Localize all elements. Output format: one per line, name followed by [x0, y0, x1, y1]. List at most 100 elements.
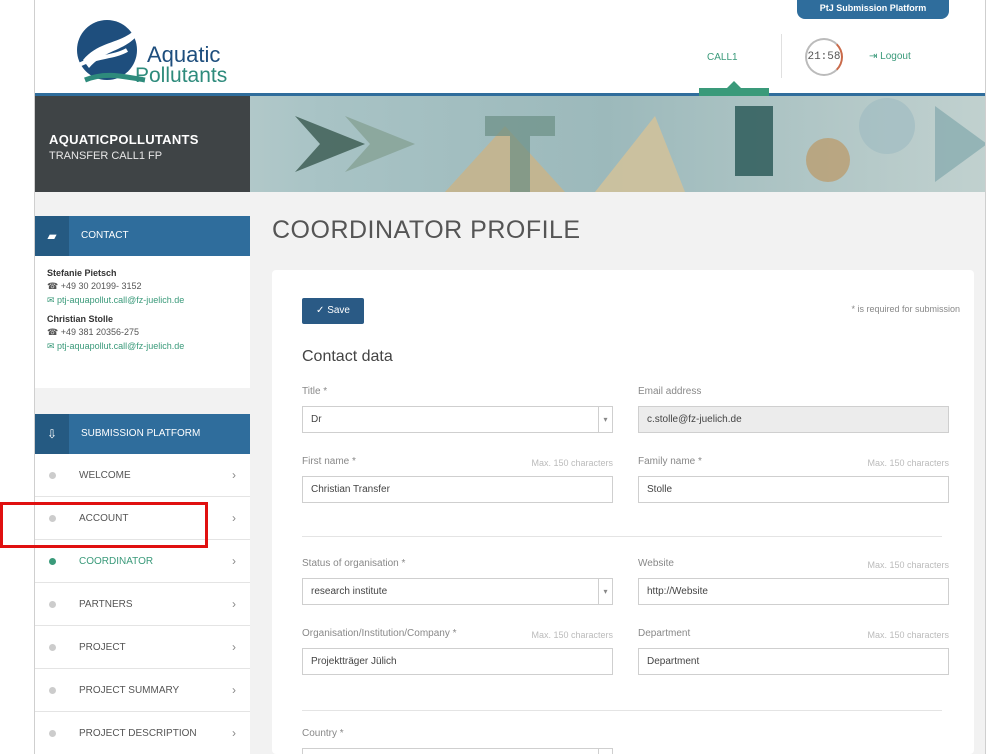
status-dot-icon [49, 601, 56, 608]
save-button[interactable]: ✓ Save [302, 298, 364, 324]
website-label: Website [638, 558, 674, 569]
nav-item-coordinator[interactable]: COORDINATOR › [35, 540, 250, 583]
active-call-indicator [699, 81, 769, 96]
upload-icon: ⇩ [35, 414, 69, 454]
chevron-right-icon: › [232, 726, 236, 740]
website-max: Max. 150 characters [867, 560, 949, 570]
coordinator-form: ✓ Save * is required for submission Cont… [272, 270, 974, 754]
contact-heading: CONTACT [81, 230, 129, 241]
nav-item-label: WELCOME [79, 470, 131, 481]
page-title: COORDINATOR PROFILE [272, 216, 581, 244]
contact-panel: Stefanie Pietsch ☎ +49 30 20199- 3152 ✉ … [35, 256, 250, 388]
chevron-down-icon: ▾ [598, 407, 612, 432]
nav-item-label: PARTNERS [79, 599, 133, 610]
phone-icon: ☎ [47, 281, 61, 291]
chevron-down-icon: ▾ [598, 749, 612, 754]
contact-name: Christian Stolle [47, 314, 114, 324]
nav-item-label: ACCOUNT [79, 513, 129, 524]
call1-link[interactable]: CALL1 [707, 52, 738, 63]
status-label: Status of organisation * [302, 558, 406, 569]
nav-item-project-description[interactable]: PROJECT DESCRIPTION › [35, 712, 250, 754]
contact-panel-header: ▰ CONTACT [35, 216, 250, 256]
section-divider [302, 536, 942, 537]
status-dot-icon [49, 687, 56, 694]
submission-nav: WELCOME › ACCOUNT › COORDINATOR › PARTNE… [35, 454, 250, 754]
organisation-max: Max. 150 characters [531, 630, 613, 640]
app-frame: Aquatic Pollutants PtJ Submission Platfo… [34, 0, 986, 754]
status-dot-icon [49, 515, 56, 522]
nav-item-label: PROJECT [79, 642, 126, 653]
logo-text-pollutants: Pollutants [135, 64, 228, 87]
status-dot-icon [49, 472, 56, 479]
contact-email-link[interactable]: ✉ ptj-aquapollut.call@fz-juelich.de [47, 295, 238, 306]
email-label: Email address [638, 386, 702, 397]
status-value: research institute [311, 586, 388, 597]
banner-subtitle: TRANSFER CALL1 FP [49, 150, 163, 162]
chevron-right-icon: › [232, 468, 236, 482]
check-icon: ✓ [316, 305, 328, 316]
mail-icon: ✉ [47, 341, 58, 351]
project-banner: AQUATICPOLLUTANTS TRANSFER CALL1 FP [35, 96, 985, 192]
chevron-right-icon: › [232, 597, 236, 611]
first-name-max: Max. 150 characters [531, 458, 613, 468]
title-label: Title * [302, 386, 328, 397]
banner-title-panel: AQUATICPOLLUTANTS TRANSFER CALL1 FP [35, 96, 250, 192]
logout-icon: ⇥ [869, 51, 878, 62]
nav-item-project-summary[interactable]: PROJECT SUMMARY › [35, 669, 250, 712]
family-name-input[interactable]: Stolle [638, 476, 949, 503]
nav-item-project[interactable]: PROJECT › [35, 626, 250, 669]
department-max: Max. 150 characters [867, 630, 949, 640]
nav-item-account[interactable]: ACCOUNT › [35, 497, 250, 540]
nav-item-partners[interactable]: PARTNERS › [35, 583, 250, 626]
status-dot-icon [49, 730, 56, 737]
country-label: Country * [302, 728, 344, 739]
email-field: c.stolle@fz-juelich.de [638, 406, 949, 433]
contact-phone-value: +49 30 20199- 3152 [60, 281, 142, 291]
platform-tab[interactable]: PtJ Submission Platform [797, 0, 949, 19]
title-select[interactable]: Dr ▾ [302, 406, 613, 433]
session-timer: 21:58 [805, 38, 843, 76]
logout-link[interactable]: ⇥ Logout [869, 51, 911, 62]
website-input[interactable]: http://Website [638, 578, 949, 605]
organisation-label: Organisation/Institution/Company * [302, 628, 457, 639]
status-dot-icon [49, 558, 56, 565]
chevron-right-icon: › [232, 640, 236, 654]
chevron-down-icon: ▾ [598, 579, 612, 604]
chevron-right-icon: › [232, 511, 236, 525]
top-header: Aquatic Pollutants PtJ Submission Platfo… [35, 0, 985, 96]
contact-name: Stefanie Pietsch [47, 268, 117, 278]
save-label: Save [327, 305, 350, 316]
logout-label: Logout [880, 51, 911, 62]
contact-email-value: ptj-aquapollut.call@fz-juelich.de [57, 341, 185, 351]
chat-icon: ▰ [35, 216, 69, 256]
department-input[interactable]: Department [638, 648, 949, 675]
first-name-label: First name * [302, 456, 356, 467]
mail-icon: ✉ [47, 295, 58, 305]
chevron-right-icon: › [232, 683, 236, 697]
nav-item-label: PROJECT SUMMARY [79, 685, 180, 696]
status-select[interactable]: research institute ▾ [302, 578, 613, 605]
department-label: Department [638, 628, 691, 639]
contact-phone-value: +49 381 20356-275 [60, 327, 140, 337]
country-select[interactable]: ▾ [302, 748, 613, 754]
nav-item-welcome[interactable]: WELCOME › [35, 454, 250, 497]
contact-phone: ☎ +49 381 20356-275 [47, 327, 238, 338]
family-name-max: Max. 150 characters [867, 458, 949, 468]
chevron-right-icon: › [232, 554, 236, 568]
phone-icon: ☎ [47, 327, 61, 337]
contact-email-link[interactable]: ✉ ptj-aquapollut.call@fz-juelich.de [47, 341, 238, 352]
organisation-input[interactable]: Projektträger Jülich [302, 648, 613, 675]
family-name-label: Family name * [638, 456, 702, 467]
section-title: Contact data [302, 348, 393, 365]
status-dot-icon [49, 644, 56, 651]
contact-email-value: ptj-aquapollut.call@fz-juelich.de [57, 295, 185, 305]
header-divider [781, 34, 782, 78]
section-divider [302, 710, 942, 711]
nav-item-label: COORDINATOR [79, 556, 154, 567]
title-value: Dr [311, 414, 322, 425]
first-name-input[interactable]: Christian Transfer [302, 476, 613, 503]
submission-panel-header: ⇩ SUBMISSION PLATFORM [35, 414, 250, 454]
contact-phone: ☎ +49 30 20199- 3152 [47, 281, 238, 292]
required-note: * is required for submission [851, 304, 960, 314]
banner-title: AQUATICPOLLUTANTS [49, 132, 199, 147]
